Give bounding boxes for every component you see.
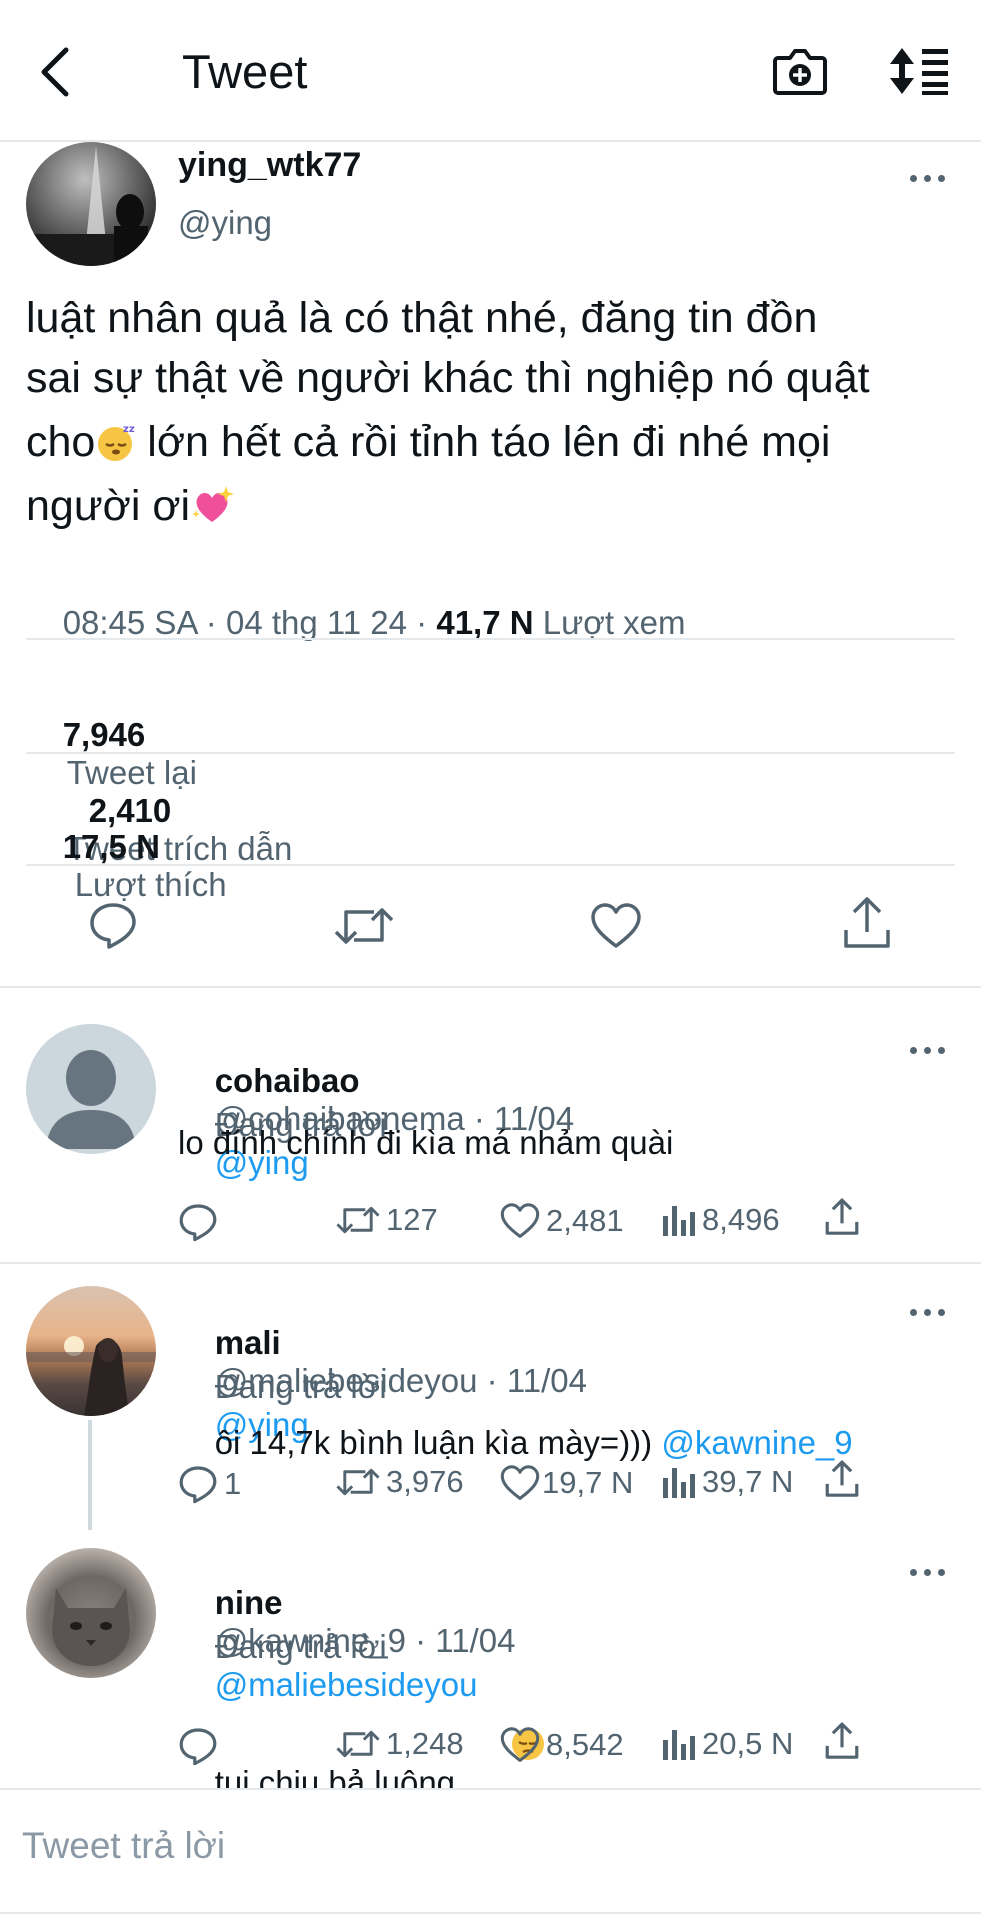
reply-button[interactable] [178,1202,224,1242]
author-handle[interactable]: @ying [178,204,272,242]
sparkling-heart-emoji [190,484,235,524]
retweets-label[interactable]: Tweet lại [67,754,197,791]
reply-text: lo đính chính đi kìa má nhảm quài [178,1124,674,1161]
reply-icon[interactable] [88,900,138,950]
view-count: 20,5 N [702,1726,794,1761]
tweet-text-line: người ơi [26,476,966,536]
retweets-count[interactable]: 7,946 [63,716,146,753]
reply-composer[interactable] [0,1790,981,1912]
more-options-icon[interactable] [908,1306,948,1318]
share-icon[interactable] [824,1460,860,1498]
views-count: 41,7 N [436,604,534,641]
mention-link[interactable]: @kawnine_9 [661,1424,852,1461]
sleeping-face-emoji: zz [95,420,135,461]
likes-label[interactable]: Lượt thích [75,866,227,903]
divider [26,864,955,866]
share-icon[interactable] [842,896,892,950]
more-options-icon[interactable] [908,1566,948,1578]
back-arrow-icon[interactable] [36,44,74,100]
reply-item[interactable]: cohaibao @cohaibaonema · 11/04 Đang trả … [0,990,981,1262]
views-button[interactable]: 39,7 N [662,1464,793,1500]
views-button[interactable]: 8,496 [662,1202,780,1238]
view-count: 8,496 [702,1202,780,1237]
thread-line [88,1420,92,1530]
share-icon[interactable] [824,1198,860,1236]
like-count: 8,542 [546,1727,624,1762]
views-button[interactable]: 20,5 N [662,1726,793,1762]
top-bar: Tweet [0,0,981,142]
views-label: Lượt xem [533,604,686,641]
author-avatar[interactable] [26,142,156,266]
more-options-icon[interactable] [908,172,948,184]
section-divider [0,986,981,988]
likes-count[interactable]: 17,5 N [63,828,160,865]
like-button[interactable]: 2,481 [500,1202,624,1240]
retweet-button[interactable]: 3,976 [336,1464,464,1500]
reply-item[interactable]: mali @maliebesideyou · 11/04 Đang trả lờ… [0,1264,981,1530]
retweet-count: 3,976 [386,1464,464,1499]
like-count: 19,7 N [542,1465,634,1500]
view-count: 39,7 N [702,1464,794,1499]
tweet-text-segment: lớn hết cả rồi tỉnh táo lên đi nhé mọi [135,418,831,466]
like-button[interactable]: 8,542 [500,1726,624,1764]
reply-count: 1 [224,1466,242,1501]
share-icon[interactable] [824,1722,860,1760]
reply-input[interactable] [22,1818,942,1874]
reply-button[interactable]: 1 [178,1464,241,1504]
tweet-text-segment: cho [26,418,96,466]
retweet-count: 1,248 [386,1726,464,1761]
reply-item[interactable]: nine @kawnine_9 · 11/04 Đang trả lời @ma… [0,1526,981,1801]
tweet-text-segment: người ơi [26,482,191,530]
reply-avatar[interactable] [26,1286,156,1416]
retweet-icon[interactable] [334,902,394,950]
more-options-icon[interactable] [908,1044,948,1056]
svg-text:zz: zz [123,424,135,435]
tweet-text-line: luật nhân quả là có thật nhé, đăng tin đ… [26,294,818,342]
like-count: 2,481 [546,1203,624,1238]
retweet-button[interactable]: 127 [336,1202,438,1238]
sort-icon[interactable] [888,46,950,96]
main-tweet: ying_wtk77 @ying luật nhân quả là có thậ… [0,142,981,990]
tweet-text-line: sai sự thật về người khác thì nghiệp nó … [26,354,870,402]
reply-button[interactable] [178,1726,224,1766]
tweet-text-line: cho zz lớn hết cả rồi tỉnh táo lên đi nh… [26,412,966,472]
like-icon[interactable] [590,902,642,950]
camera-add-icon[interactable] [772,46,828,96]
retweet-button[interactable]: 1,248 [336,1726,464,1762]
divider [26,638,955,640]
bottom-divider [0,1912,981,1914]
pensive-face-emoji [455,1688,545,1760]
retweet-count: 127 [386,1202,438,1237]
reply-avatar[interactable] [26,1024,156,1154]
like-button[interactable]: 19,7 N [500,1464,633,1502]
reply-avatar[interactable] [26,1548,156,1678]
tweet-timestamp[interactable]: 08:45 SA · 04 thg 11 24 · [63,604,437,641]
page-title: Tweet [182,45,308,98]
reply-text: ôi 14,7k bình luận kìa mày=))) [214,1424,662,1461]
divider [26,752,955,754]
tweet-text: luật nhân quả là có thật nhé, đăng tin đ… [26,288,966,536]
tweet-meta: 08:45 SA · 04 thg 11 24 · 41,7 N Lượt xe… [26,566,686,680]
author-display-name[interactable]: ying_wtk77 [178,146,361,185]
